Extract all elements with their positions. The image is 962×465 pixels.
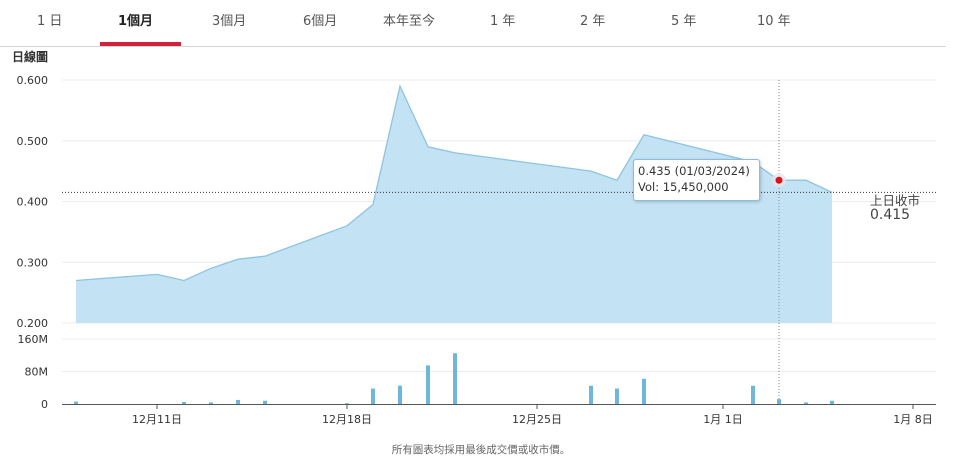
date-tick-label: 1月 8日	[893, 413, 933, 426]
price-area	[75, 84, 833, 323]
date-axis-ticks: 12月11日 12月18日 12月25日 1月 1日 1月 8日	[132, 404, 933, 426]
volume-bar	[615, 388, 619, 404]
volume-bars	[74, 353, 834, 404]
previous-close-text: 上日收市	[870, 193, 921, 208]
volume-bar	[398, 385, 402, 404]
price-volume-chart[interactable]: 0.600 0.500 0.400 0.300 0.200 160M 80M 0 12月11…	[0, 0, 962, 440]
volume-bar	[453, 353, 457, 404]
volume-axis-ticks: 160M 80M 0	[18, 333, 49, 411]
selected-point-marker	[775, 176, 783, 184]
previous-close-label: 上日收市 0.415	[870, 193, 921, 223]
volume-bar	[642, 378, 646, 404]
volume-bar	[426, 365, 430, 404]
volume-bar	[589, 385, 593, 404]
volume-tick-label: 160M	[18, 333, 49, 346]
tooltip-price-date: 0.435 (01/03/2024)	[638, 164, 750, 178]
price-tick-label: 0.400	[17, 196, 49, 209]
price-axis-ticks: 0.600 0.500 0.400 0.300 0.200	[17, 74, 49, 330]
previous-close-value: 0.415	[870, 207, 911, 223]
price-tick-label: 0.300	[17, 256, 49, 269]
price-tick-label: 0.600	[17, 74, 49, 87]
volume-bar	[74, 401, 78, 404]
date-tick-label: 12月11日	[132, 413, 182, 426]
price-area-fill	[76, 86, 832, 323]
volume-tick-label: 80M	[25, 366, 49, 379]
volume-bar	[371, 388, 375, 404]
volume-bar	[263, 400, 267, 404]
price-tick-label: 0.200	[17, 317, 49, 330]
volume-bar	[209, 402, 213, 404]
volume-bar	[830, 400, 834, 404]
volume-bar	[751, 385, 755, 404]
volume-bar	[804, 402, 808, 404]
volume-bar	[182, 401, 186, 404]
volume-bar	[236, 399, 240, 404]
volume-tick-label: 0	[41, 398, 48, 411]
date-tick-label: 12月18日	[322, 413, 372, 426]
data-tooltip: 0.435 (01/03/2024) Vol: 15,450,000	[633, 159, 760, 201]
volume-bar	[345, 403, 349, 404]
footnote: 所有圖表均採用最後成交價或收市價。	[391, 444, 571, 456]
tooltip-volume: Vol: 15,450,000	[638, 180, 729, 194]
date-tick-label: 12月25日	[512, 413, 562, 426]
price-tick-label: 0.500	[17, 135, 49, 148]
date-tick-label: 1月 1日	[703, 413, 743, 426]
